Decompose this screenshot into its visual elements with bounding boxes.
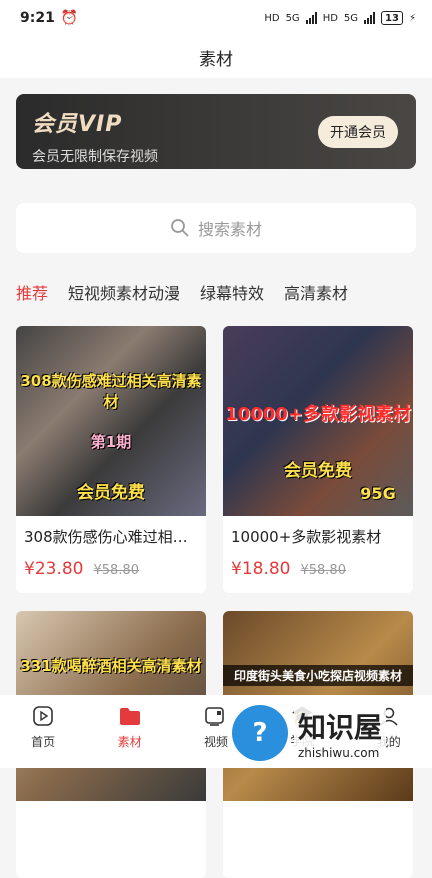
folder-icon: [119, 708, 140, 725]
thumb-overlay-title: 印度街头美食小吃探店视频素材: [223, 665, 413, 686]
watermark-logo-icon: ?: [232, 705, 288, 761]
card-title: 10000+多款影视素材: [231, 528, 382, 546]
page-header: 素材: [0, 36, 432, 78]
card-thumbnail: 308款伤感难过相关高清素材 第1期 会员免费: [16, 326, 206, 516]
tab-recommended[interactable]: 推荐: [16, 280, 48, 304]
search-bar[interactable]: 搜索素材: [16, 203, 416, 253]
card-old-price: ¥58.80: [300, 563, 346, 578]
material-grid: 308款伤感难过相关高清素材 第1期 会员免费 308款伤感伤心难过相关素材 ¥…: [16, 326, 416, 878]
status-time: 9:21: [20, 10, 55, 26]
thumb-overlay-free: 会员免费: [77, 483, 145, 503]
battery-icon: 13: [381, 11, 403, 25]
vip-subtitle: 会员无限制保存视频: [32, 149, 158, 165]
thumb-overlay-free: 会员免费: [284, 461, 352, 481]
tab-hd-material[interactable]: 高清素材: [284, 280, 348, 304]
page-title: 素材: [199, 49, 233, 70]
signal-icon: [305, 12, 317, 24]
category-tabs: 推荐 短视频素材动漫 绿幕特效 高清素材: [16, 280, 432, 304]
tabbar-home[interactable]: 首页: [13, 705, 73, 768]
tab-green-screen[interactable]: 绿幕特效: [200, 280, 264, 304]
charging-icon: ⚡: [408, 12, 416, 24]
watermark-text-en: zhishiwu.com: [298, 746, 380, 760]
material-card[interactable]: 10000+多款影视素材 会员免费 95G 10000+多款影视素材 ¥18.8…: [223, 326, 413, 593]
tabbar-label: 首页: [31, 735, 56, 749]
thumb-overlay-issue: 第1期: [90, 433, 132, 451]
network-type-1: 5G: [285, 12, 300, 24]
tab-short-video-anime[interactable]: 短视频素材动漫: [68, 280, 180, 304]
tabbar-material[interactable]: 素材: [100, 705, 160, 768]
tabbar-label: 视频: [203, 735, 228, 749]
network-type-2: 5G: [343, 12, 359, 24]
thumb-overlay-title: 10000+多款影视素材: [225, 404, 411, 425]
thumb-overlay-size: 95G: [360, 484, 396, 503]
search-placeholder: 搜索素材: [197, 220, 262, 239]
video-icon: [205, 707, 224, 726]
thumb-overlay-title: 308款伤感难过相关高清素材: [20, 372, 202, 411]
vip-banner[interactable]: 会员VIP 会员无限制保存视频 开通会员: [16, 94, 416, 169]
search-icon: [171, 219, 189, 237]
play-icon: [33, 706, 53, 726]
card-price: ¥23.80: [24, 559, 84, 579]
watermark-text-cn: 知识屋: [298, 711, 383, 744]
card-price: ¥18.80: [231, 559, 291, 579]
card-old-price: ¥58.80: [93, 563, 139, 578]
card-title: 308款伤感伤心难过相关素材: [24, 528, 206, 546]
signal-icon-2: [364, 12, 376, 24]
open-vip-button[interactable]: 开通会员: [318, 116, 398, 148]
watermark: ? 知识屋 zhishiwu.com: [232, 700, 432, 766]
network-label-1: HD: [264, 12, 280, 24]
alarm-icon: ⏰: [60, 10, 79, 26]
material-card[interactable]: 308款伤感难过相关高清素材 第1期 会员免费 308款伤感伤心难过相关素材 ¥…: [16, 326, 206, 593]
thumb-overlay-title: 331款喝醉酒相关高清素材: [20, 657, 202, 675]
card-thumbnail: 10000+多款影视素材 会员免费 95G: [223, 326, 413, 516]
tabbar-label: 素材: [117, 735, 142, 749]
network-label-2: HD: [322, 12, 338, 24]
status-bar: 9:21 ⏰ HD 5G HD 5G 13 ⚡: [0, 0, 432, 36]
